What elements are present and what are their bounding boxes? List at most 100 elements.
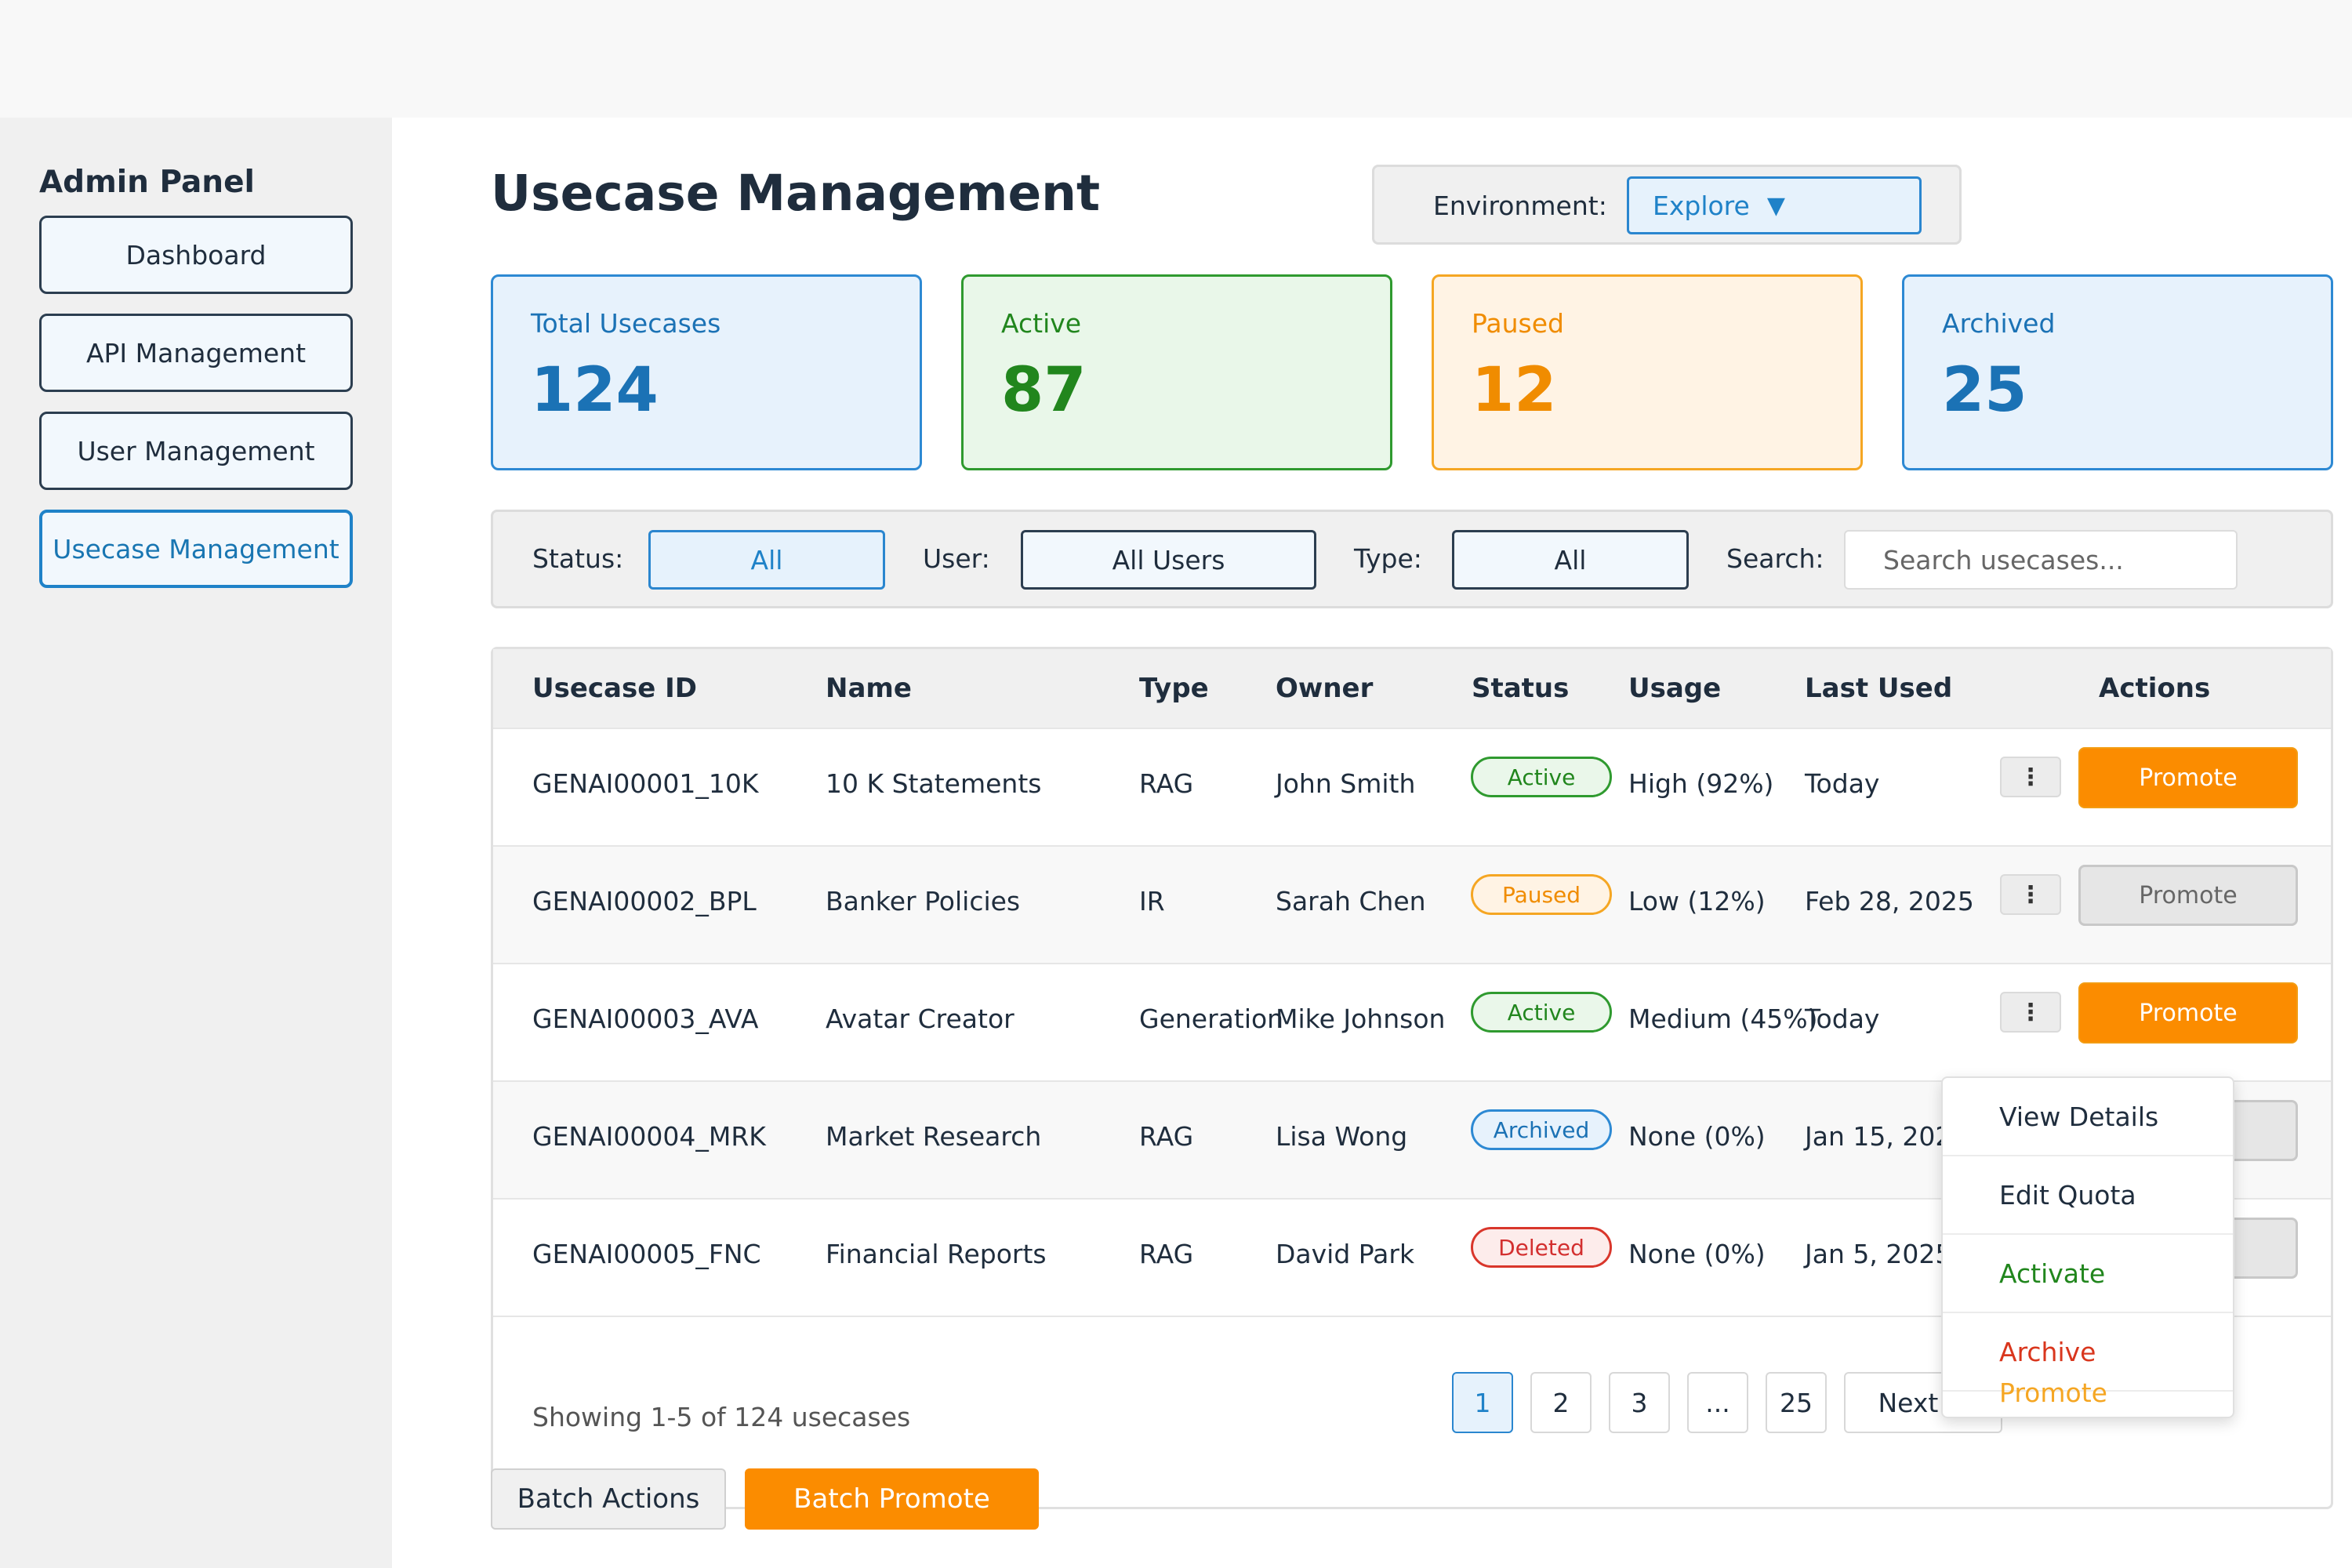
menu-item-promote[interactable]: Promote [1943,1373,2233,1417]
more-options-icon[interactable]: ⋮ [2000,757,2061,797]
environment-value: Explore [1653,190,1750,221]
stat-value: 87 [1001,355,1087,426]
usecase-last-used: Today [1805,1004,1880,1034]
usecase-id: GENAI00003_AVA [532,1004,759,1034]
stat-value: 12 [1472,355,1557,426]
usecase-type: Generation [1139,1004,1284,1034]
environment-dropdown[interactable]: Explore ▼ [1627,176,1922,234]
table-row[interactable]: GENAI00003_AVA Avatar Creator Generation… [493,963,2331,1080]
search-label: Search: [1726,543,1824,574]
sidebar-item-api-management[interactable]: API Management [39,314,353,392]
usecase-id: GENAI00001_10K [532,768,759,799]
usecase-name: Financial Reports [826,1239,1047,1269]
usecase-id: GENAI00004_MRK [532,1121,766,1152]
batch-actions-button[interactable]: Batch Actions [491,1468,726,1530]
user-filter-select[interactable]: All Users [1021,530,1316,590]
sidebar: Admin Panel Dashboard API Management Use… [0,118,392,1568]
usecase-name: Market Research [826,1121,1042,1152]
usecase-name: Banker Policies [826,886,1021,916]
usecase-type: RAG [1139,768,1194,799]
page-button-1[interactable]: 1 [1452,1372,1513,1433]
stat-label: Active [1001,308,1082,339]
usecase-last-used: Today [1805,768,1880,799]
more-options-icon[interactable]: ⋮ [2000,992,2061,1033]
table-row[interactable]: GENAI00002_BPL Banker Policies IR Sarah … [493,845,2331,963]
usecase-owner: David Park [1276,1239,1415,1269]
column-header: Actions [2099,673,2211,704]
page-button-3[interactable]: 3 [1609,1372,1670,1433]
promote-button[interactable]: Promote [2078,982,2298,1044]
usecase-id: GENAI00002_BPL [532,886,757,916]
stat-label: Archived [1942,308,2056,339]
column-header: Type [1139,673,1209,704]
sidebar-item-usecase-management[interactable]: Usecase Management [39,510,353,588]
chevron-down-icon: ▼ [1766,191,1785,220]
column-header: Owner [1276,673,1374,704]
row-actions-menu: View Details Edit Quota Activate Archive… [1941,1076,2234,1418]
usecase-usage: Medium (45%) [1628,1004,1818,1034]
usecase-usage: None (0%) [1628,1121,1766,1152]
page-button-2[interactable]: 2 [1530,1372,1592,1433]
promote-button[interactable]: Promote [2078,747,2298,808]
menu-item-edit-quota[interactable]: Edit Quota [1943,1156,2233,1235]
sidebar-item-user-management[interactable]: User Management [39,412,353,490]
batch-promote-button[interactable]: Batch Promote [745,1468,1039,1530]
more-options-icon[interactable]: ⋮ [2000,874,2061,915]
column-header: Status [1472,673,1570,704]
environment-selector: Environment: Explore ▼ [1372,165,1962,245]
usecase-name: Avatar Creator [826,1004,1014,1034]
type-filter-select[interactable]: All [1452,530,1689,590]
stat-card-total: Total Usecases 124 [491,274,922,470]
usecase-last-used: Jan 5, 2025 [1805,1239,1952,1269]
usecase-usage: Low (12%) [1628,886,1766,916]
table-header: Usecase ID Name Type Owner Status Usage … [493,649,2331,728]
status-badge: Deleted [1471,1227,1612,1268]
status-filter-select[interactable]: All [648,530,885,590]
menu-item-view-details[interactable]: View Details [1943,1078,2233,1156]
usecase-last-used: Jan 15, 202 [1805,1121,1952,1152]
filter-bar: Status: All User: All Users Type: All Se… [491,510,2333,608]
usecase-id: GENAI00005_FNC [532,1239,761,1269]
pagination-summary: Showing 1-5 of 124 usecases [532,1402,911,1432]
top-bar [0,0,2352,118]
column-header: Usecase ID [532,673,698,704]
page-ellipsis[interactable]: ... [1687,1372,1748,1433]
usecase-usage: High (92%) [1628,768,1774,799]
menu-item-activate[interactable]: Activate [1943,1235,2233,1313]
usecase-type: IR [1139,886,1165,916]
stat-card-archived: Archived 25 [1902,274,2333,470]
stat-value: 25 [1942,355,2027,426]
usecase-owner: John Smith [1276,768,1416,799]
promote-button-disabled: Promote [2078,865,2298,926]
usecase-last-used: Feb 28, 2025 [1805,886,1974,916]
search-input[interactable] [1844,530,2238,590]
stat-label: Total Usecases [531,308,721,339]
environment-label: Environment: [1433,191,1607,221]
stat-card-active: Active 87 [961,274,1392,470]
page-title: Usecase Management [491,165,1101,222]
usecase-owner: Sarah Chen [1276,886,1426,916]
column-header: Last Used [1805,673,1953,704]
status-badge: Paused [1471,874,1612,915]
usecase-type: RAG [1139,1239,1194,1269]
usecase-owner: Lisa Wong [1276,1121,1408,1152]
usecase-type: RAG [1139,1121,1194,1152]
stat-card-paused: Paused 12 [1432,274,1863,470]
status-badge: Archived [1471,1109,1612,1150]
stat-label: Paused [1472,308,1564,339]
sidebar-title: Admin Panel [39,165,255,200]
status-badge: Active [1471,757,1612,797]
usecase-name: 10 K Statements [826,768,1042,799]
column-header: Name [826,673,912,704]
table-row[interactable]: GENAI00001_10K 10 K Statements RAG John … [493,728,2331,845]
stat-value: 124 [531,355,659,426]
status-badge: Active [1471,992,1612,1033]
usecase-usage: None (0%) [1628,1239,1766,1269]
type-filter-label: Type: [1354,543,1422,574]
usecase-owner: Mike Johnson [1276,1004,1446,1034]
user-filter-label: User: [923,543,990,574]
sidebar-item-dashboard[interactable]: Dashboard [39,216,353,294]
page-button-25[interactable]: 25 [1766,1372,1827,1433]
status-filter-label: Status: [532,543,624,574]
column-header: Usage [1628,673,1722,704]
